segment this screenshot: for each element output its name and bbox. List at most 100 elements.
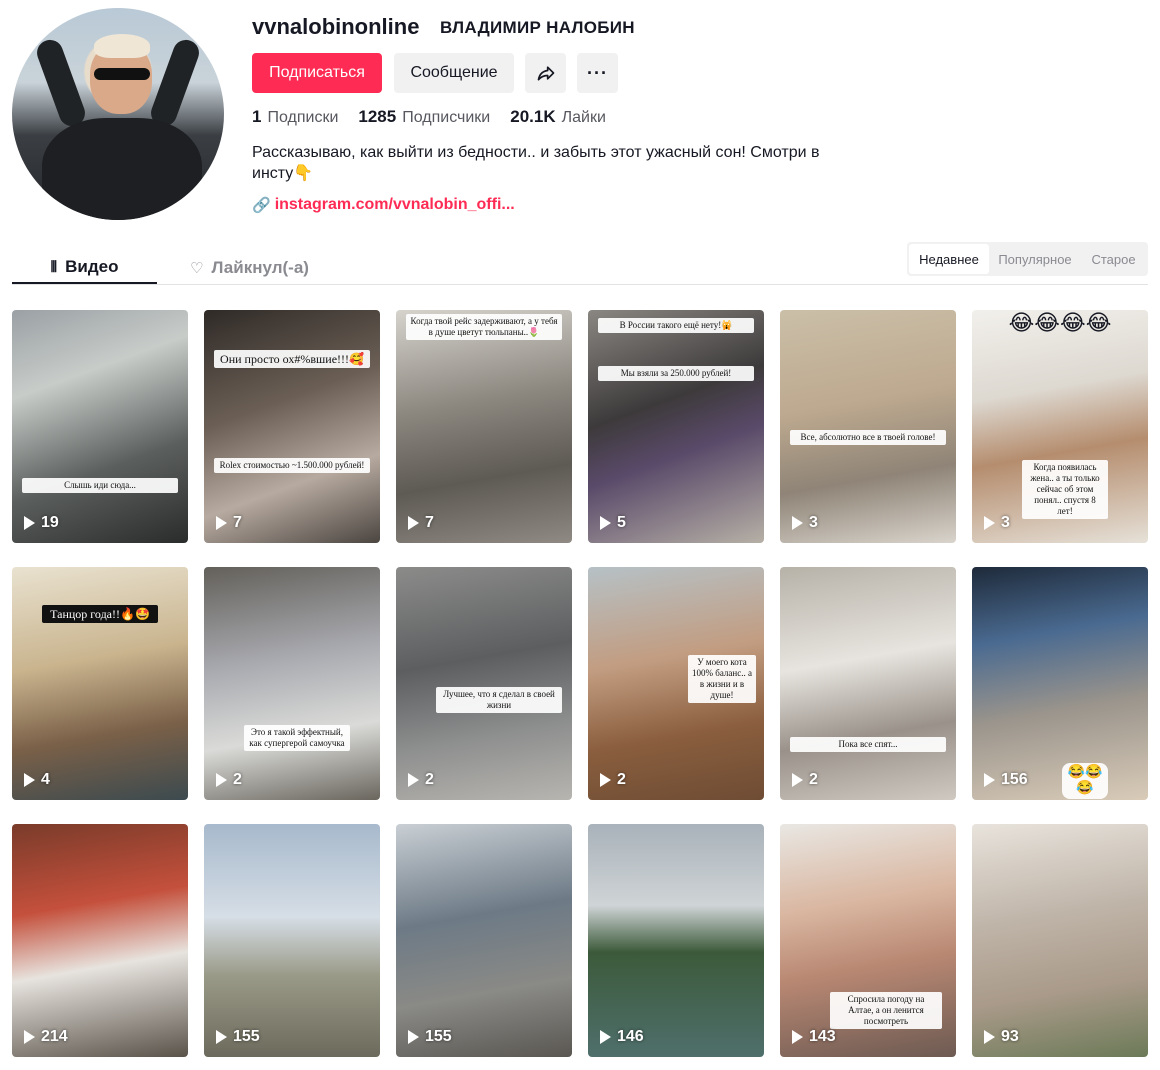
view-count: 2 [408, 771, 434, 789]
view-count: 2 [216, 771, 242, 789]
view-count-value: 214 [41, 1028, 68, 1045]
view-count: 146 [600, 1028, 644, 1046]
view-count: 2 [600, 771, 626, 789]
play-icon [792, 773, 803, 787]
play-icon [216, 773, 227, 787]
play-icon [792, 516, 803, 530]
play-icon [600, 773, 611, 787]
view-count-value: 143 [809, 1028, 836, 1045]
view-count: 155 [408, 1028, 452, 1046]
video-card[interactable]: Лучшее, что я сделал в своей жизни 2 [396, 567, 572, 800]
view-count: 93 [984, 1028, 1019, 1046]
video-card[interactable]: У моего кота 100% баланс.. а в жизни и в… [588, 567, 764, 800]
video-card[interactable]: Когда твой рейс задерживают, а у тебя в … [396, 310, 572, 543]
video-card[interactable]: Все, абсолютно все в твоей голове! 3 [780, 310, 956, 543]
play-icon [408, 516, 419, 530]
video-grid: Слышь иди сюда... 19 Они просто ох#%вшие… [12, 310, 1148, 1057]
more-options-button[interactable]: ··· [577, 53, 618, 93]
likes-label: Лайки [561, 109, 606, 126]
emoji-badge: 😂😂😂 [1062, 763, 1108, 799]
video-caption: Слышь иди сюда... [22, 478, 178, 493]
video-caption: Мы взяли за 250.000 рублей! [598, 366, 754, 381]
view-count: 19 [24, 514, 59, 532]
play-icon [216, 516, 227, 530]
video-caption: Когда появилась жена.. а ты только сейча… [1022, 460, 1108, 519]
follow-button[interactable]: Подписаться [252, 53, 382, 93]
video-caption-top: Они просто ох#%вшие!!!🥰 [214, 350, 370, 368]
view-count: 3 [984, 514, 1010, 532]
video-card[interactable]: Спросила погоду на Алтае, а он ленится п… [780, 824, 956, 1057]
view-count-value: 3 [1001, 514, 1010, 531]
sort-popular[interactable]: Популярное [989, 244, 1081, 274]
followers-count: 1285 [358, 107, 397, 126]
video-caption: Пока все спят... [790, 737, 946, 752]
view-count-value: 155 [233, 1028, 260, 1045]
video-card[interactable]: 😂😂😂😂 Когда появилась жена.. а ты только … [972, 310, 1148, 543]
video-card[interactable]: 146 [588, 824, 764, 1057]
video-caption: Это я такой эффектный, как супергерой са… [244, 725, 350, 751]
view-count-value: 2 [809, 771, 818, 788]
video-card[interactable]: В России такого ещё нету!🙀 Мы взяли за 2… [588, 310, 764, 543]
emoji-strip: 😂😂😂😂 [1008, 310, 1112, 335]
profile-username: vvnalobinonline [252, 14, 420, 39]
view-count: 7 [216, 514, 242, 532]
profile-link[interactable]: 🔗 instagram.com/vvnalobin_offi... [252, 196, 515, 214]
link-icon: 🔗 [252, 197, 271, 214]
tab-videos[interactable]: ⦀ Видео [12, 252, 157, 284]
view-count: 214 [24, 1028, 68, 1046]
profile-bio: Рассказываю, как выйти из бедности.. и з… [252, 144, 820, 182]
sort-old[interactable]: Старое [1081, 244, 1146, 274]
message-button[interactable]: Сообщение [394, 53, 514, 93]
view-count-value: 3 [809, 514, 818, 531]
play-icon [600, 516, 611, 530]
view-count: 143 [792, 1028, 836, 1046]
view-count: 5 [600, 514, 626, 532]
video-card[interactable]: Это я такой эффектный, как супергерой са… [204, 567, 380, 800]
likes-count: 20.1K [510, 107, 556, 126]
view-count-value: 146 [617, 1028, 644, 1045]
video-card[interactable]: 155 [396, 824, 572, 1057]
share-button[interactable] [525, 53, 566, 93]
video-card[interactable]: 155 [204, 824, 380, 1057]
following-stat[interactable]: 1 Подписки [252, 107, 338, 127]
play-icon [216, 1030, 227, 1044]
video-card[interactable]: Пока все спят... 2 [780, 567, 956, 800]
tab-videos-label: Видео [65, 257, 119, 276]
play-icon [984, 1030, 995, 1044]
sort-switcher: Недавнее Популярное Старое [907, 242, 1148, 276]
video-card[interactable]: Танцор года!!🔥🤩 4 [12, 567, 188, 800]
video-card[interactable]: Они просто ох#%вшие!!!🥰 Rolex стоимостью… [204, 310, 380, 543]
video-card[interactable]: 😂😂😂 156 [972, 567, 1148, 800]
sort-recent[interactable]: Недавнее [909, 244, 989, 274]
following-count: 1 [252, 107, 262, 126]
view-count: 155 [216, 1028, 260, 1046]
video-caption: У моего кота 100% баланс.. а в жизни и в… [688, 655, 756, 703]
profile-fullname: ВЛАДИМИР НАЛОБИН [440, 18, 635, 37]
view-count: 156 [984, 771, 1028, 789]
video-card[interactable]: 93 [972, 824, 1148, 1057]
video-caption-top: Когда твой рейс задерживают, а у тебя в … [406, 314, 562, 340]
profile-stats: 1 Подписки 1285 Подписчики 20.1K Лайки [252, 107, 626, 127]
video-caption: Лучшее, что я сделал в своей жизни [436, 687, 562, 713]
play-icon [408, 1030, 419, 1044]
view-count-value: 2 [617, 771, 626, 788]
video-caption-top: Танцор года!!🔥🤩 [42, 605, 158, 623]
view-count-value: 155 [425, 1028, 452, 1045]
video-caption-top: В России такого ещё нету!🙀 [598, 318, 754, 333]
view-count-value: 5 [617, 514, 626, 531]
play-icon [24, 516, 35, 530]
play-icon [600, 1030, 611, 1044]
video-card[interactable]: Слышь иди сюда... 19 [12, 310, 188, 543]
view-count-value: 156 [1001, 771, 1028, 788]
video-card[interactable]: 214 [12, 824, 188, 1057]
play-icon [984, 516, 995, 530]
profile-avatar [12, 8, 224, 220]
followers-stat[interactable]: 1285 Подписчики [358, 107, 490, 127]
video-caption: Все, абсолютно все в твоей голове! [790, 430, 946, 445]
view-count: 4 [24, 771, 50, 789]
view-count-value: 2 [233, 771, 242, 788]
tab-liked[interactable]: ♡ Лайкнул(-а) [190, 252, 309, 284]
profile-link-text: instagram.com/vvnalobin_offi... [274, 196, 515, 213]
view-count: 7 [408, 514, 434, 532]
play-icon [984, 773, 995, 787]
